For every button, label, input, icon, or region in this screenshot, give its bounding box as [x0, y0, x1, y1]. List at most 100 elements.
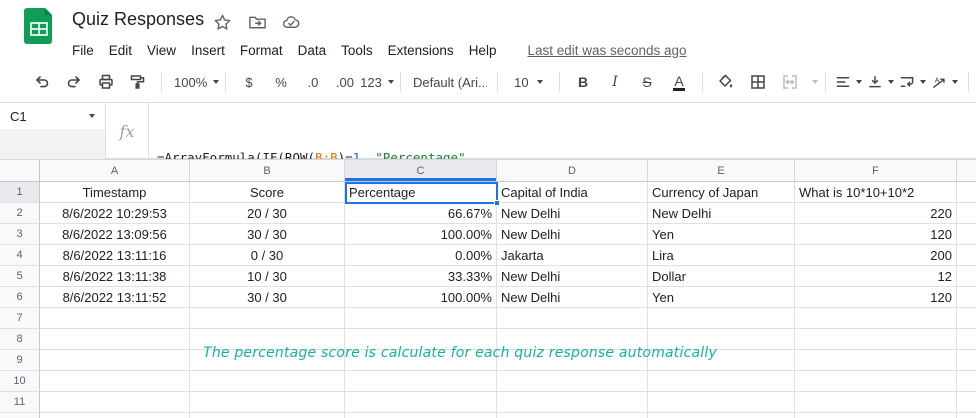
cell-C10[interactable]: [345, 371, 497, 392]
fill-color-icon[interactable]: [713, 69, 739, 95]
column-header-D[interactable]: D: [497, 160, 648, 182]
increase-decimal-button[interactable]: .00: [332, 69, 358, 95]
cell-B1[interactable]: Score: [190, 182, 345, 203]
cell-C[interactable]: [345, 413, 497, 418]
decrease-decimal-button[interactable]: .0: [300, 69, 326, 95]
row-header-3[interactable]: 3: [0, 224, 40, 245]
move-to-folder-icon[interactable]: [248, 13, 267, 32]
cell-F10[interactable]: [795, 371, 957, 392]
more-formats-button[interactable]: 123: [364, 69, 390, 95]
star-icon[interactable]: [213, 13, 232, 32]
cell-E6[interactable]: Yen: [648, 287, 795, 308]
cell-E5[interactable]: Dollar: [648, 266, 795, 287]
cell-F[interactable]: [795, 413, 957, 418]
column-header-E[interactable]: E: [648, 160, 795, 182]
cell-F1[interactable]: What is 10*10+10*2: [795, 182, 957, 203]
cell-E7[interactable]: [648, 308, 795, 329]
cell-C6[interactable]: 100.00%: [345, 287, 497, 308]
cell-A3[interactable]: 8/6/2022 13:09:56: [40, 224, 190, 245]
cell-D6[interactable]: New Delhi: [497, 287, 648, 308]
strikethrough-button[interactable]: S: [634, 69, 660, 95]
row-header-2[interactable]: 2: [0, 203, 40, 224]
cell-D4[interactable]: Jakarta: [497, 245, 648, 266]
cell-A6[interactable]: 8/6/2022 13:11:52: [40, 287, 190, 308]
borders-icon[interactable]: [745, 69, 771, 95]
cell-B2[interactable]: 20 / 30: [190, 203, 345, 224]
cell-A2[interactable]: 8/6/2022 10:29:53: [40, 203, 190, 224]
merge-cells-icon[interactable]: [777, 69, 803, 95]
cell-F2[interactable]: 220: [795, 203, 957, 224]
cell-C5[interactable]: 33.33%: [345, 266, 497, 287]
column-header-F[interactable]: F: [795, 160, 957, 182]
font-size-select[interactable]: 10: [508, 69, 549, 95]
cell-F8[interactable]: [795, 329, 957, 350]
row-header-9[interactable]: 9: [0, 350, 40, 371]
menu-insert[interactable]: Insert: [191, 43, 225, 58]
cell-C1[interactable]: Percentage: [345, 182, 497, 203]
cell-E3[interactable]: Yen: [648, 224, 795, 245]
cell-B4[interactable]: 0 / 30: [190, 245, 345, 266]
cell-A10[interactable]: [40, 371, 190, 392]
horizontal-align-button[interactable]: [836, 69, 862, 95]
undo-icon[interactable]: [29, 69, 55, 95]
column-header-C[interactable]: C: [345, 160, 497, 182]
cell-E4[interactable]: Lira: [648, 245, 795, 266]
column-header-A[interactable]: A: [40, 160, 190, 182]
cell-F3[interactable]: 120: [795, 224, 957, 245]
menu-tools[interactable]: Tools: [341, 43, 373, 58]
cell-B11[interactable]: [190, 392, 345, 413]
cell-E11[interactable]: [648, 392, 795, 413]
vertical-align-button[interactable]: [868, 69, 894, 95]
row-header-6[interactable]: 6: [0, 287, 40, 308]
redo-icon[interactable]: [61, 69, 87, 95]
menu-file[interactable]: File: [72, 43, 94, 58]
cell-A7[interactable]: [40, 308, 190, 329]
paint-format-icon[interactable]: [125, 69, 151, 95]
column-header-B[interactable]: B: [190, 160, 345, 182]
cell-E1[interactable]: Currency of Japan: [648, 182, 795, 203]
menu-edit[interactable]: Edit: [109, 43, 132, 58]
cell-D7[interactable]: [497, 308, 648, 329]
cell-E[interactable]: [648, 413, 795, 418]
menu-extensions[interactable]: Extensions: [388, 43, 454, 58]
cell-F7[interactable]: [795, 308, 957, 329]
format-percent-button[interactable]: %: [268, 69, 294, 95]
cell-A1[interactable]: Timestamp: [40, 182, 190, 203]
cell-B5[interactable]: 10 / 30: [190, 266, 345, 287]
row-header-7[interactable]: 7: [0, 308, 40, 329]
cell-F4[interactable]: 200: [795, 245, 957, 266]
sheets-logo-icon[interactable]: [24, 8, 54, 44]
cell-B[interactable]: [190, 413, 345, 418]
select-all-corner[interactable]: [0, 160, 40, 182]
bold-button[interactable]: B: [570, 69, 596, 95]
document-title[interactable]: Quiz Responses: [72, 9, 204, 30]
cell-A[interactable]: [40, 413, 190, 418]
row-header-partial[interactable]: [0, 413, 40, 418]
zoom-select[interactable]: 100%: [172, 69, 215, 95]
cell-C4[interactable]: 0.00%: [345, 245, 497, 266]
cell-D3[interactable]: New Delhi: [497, 224, 648, 245]
cell-D11[interactable]: [497, 392, 648, 413]
cell-D2[interactable]: New Delhi: [497, 203, 648, 224]
font-select[interactable]: Default (Ari...: [411, 69, 487, 95]
cell-C3[interactable]: 100.00%: [345, 224, 497, 245]
text-rotation-button[interactable]: A: [932, 69, 958, 95]
cell-F11[interactable]: [795, 392, 957, 413]
cell-B10[interactable]: [190, 371, 345, 392]
text-color-button[interactable]: A: [666, 69, 692, 95]
row-header-10[interactable]: 10: [0, 371, 40, 392]
last-edit-link[interactable]: Last edit was seconds ago: [527, 43, 686, 58]
cell-B7[interactable]: [190, 308, 345, 329]
cell-C7[interactable]: [345, 308, 497, 329]
cell-F9[interactable]: [795, 350, 957, 371]
cell-B6[interactable]: 30 / 30: [190, 287, 345, 308]
cell-A5[interactable]: 8/6/2022 13:11:38: [40, 266, 190, 287]
menu-view[interactable]: View: [147, 43, 176, 58]
cell-C11[interactable]: [345, 392, 497, 413]
cell-C2[interactable]: 66.67%: [345, 203, 497, 224]
cell-E2[interactable]: New Delhi: [648, 203, 795, 224]
cell-D5[interactable]: New Delhi: [497, 266, 648, 287]
cell-D10[interactable]: [497, 371, 648, 392]
cell-A11[interactable]: [40, 392, 190, 413]
row-header-1[interactable]: 1: [0, 182, 40, 203]
